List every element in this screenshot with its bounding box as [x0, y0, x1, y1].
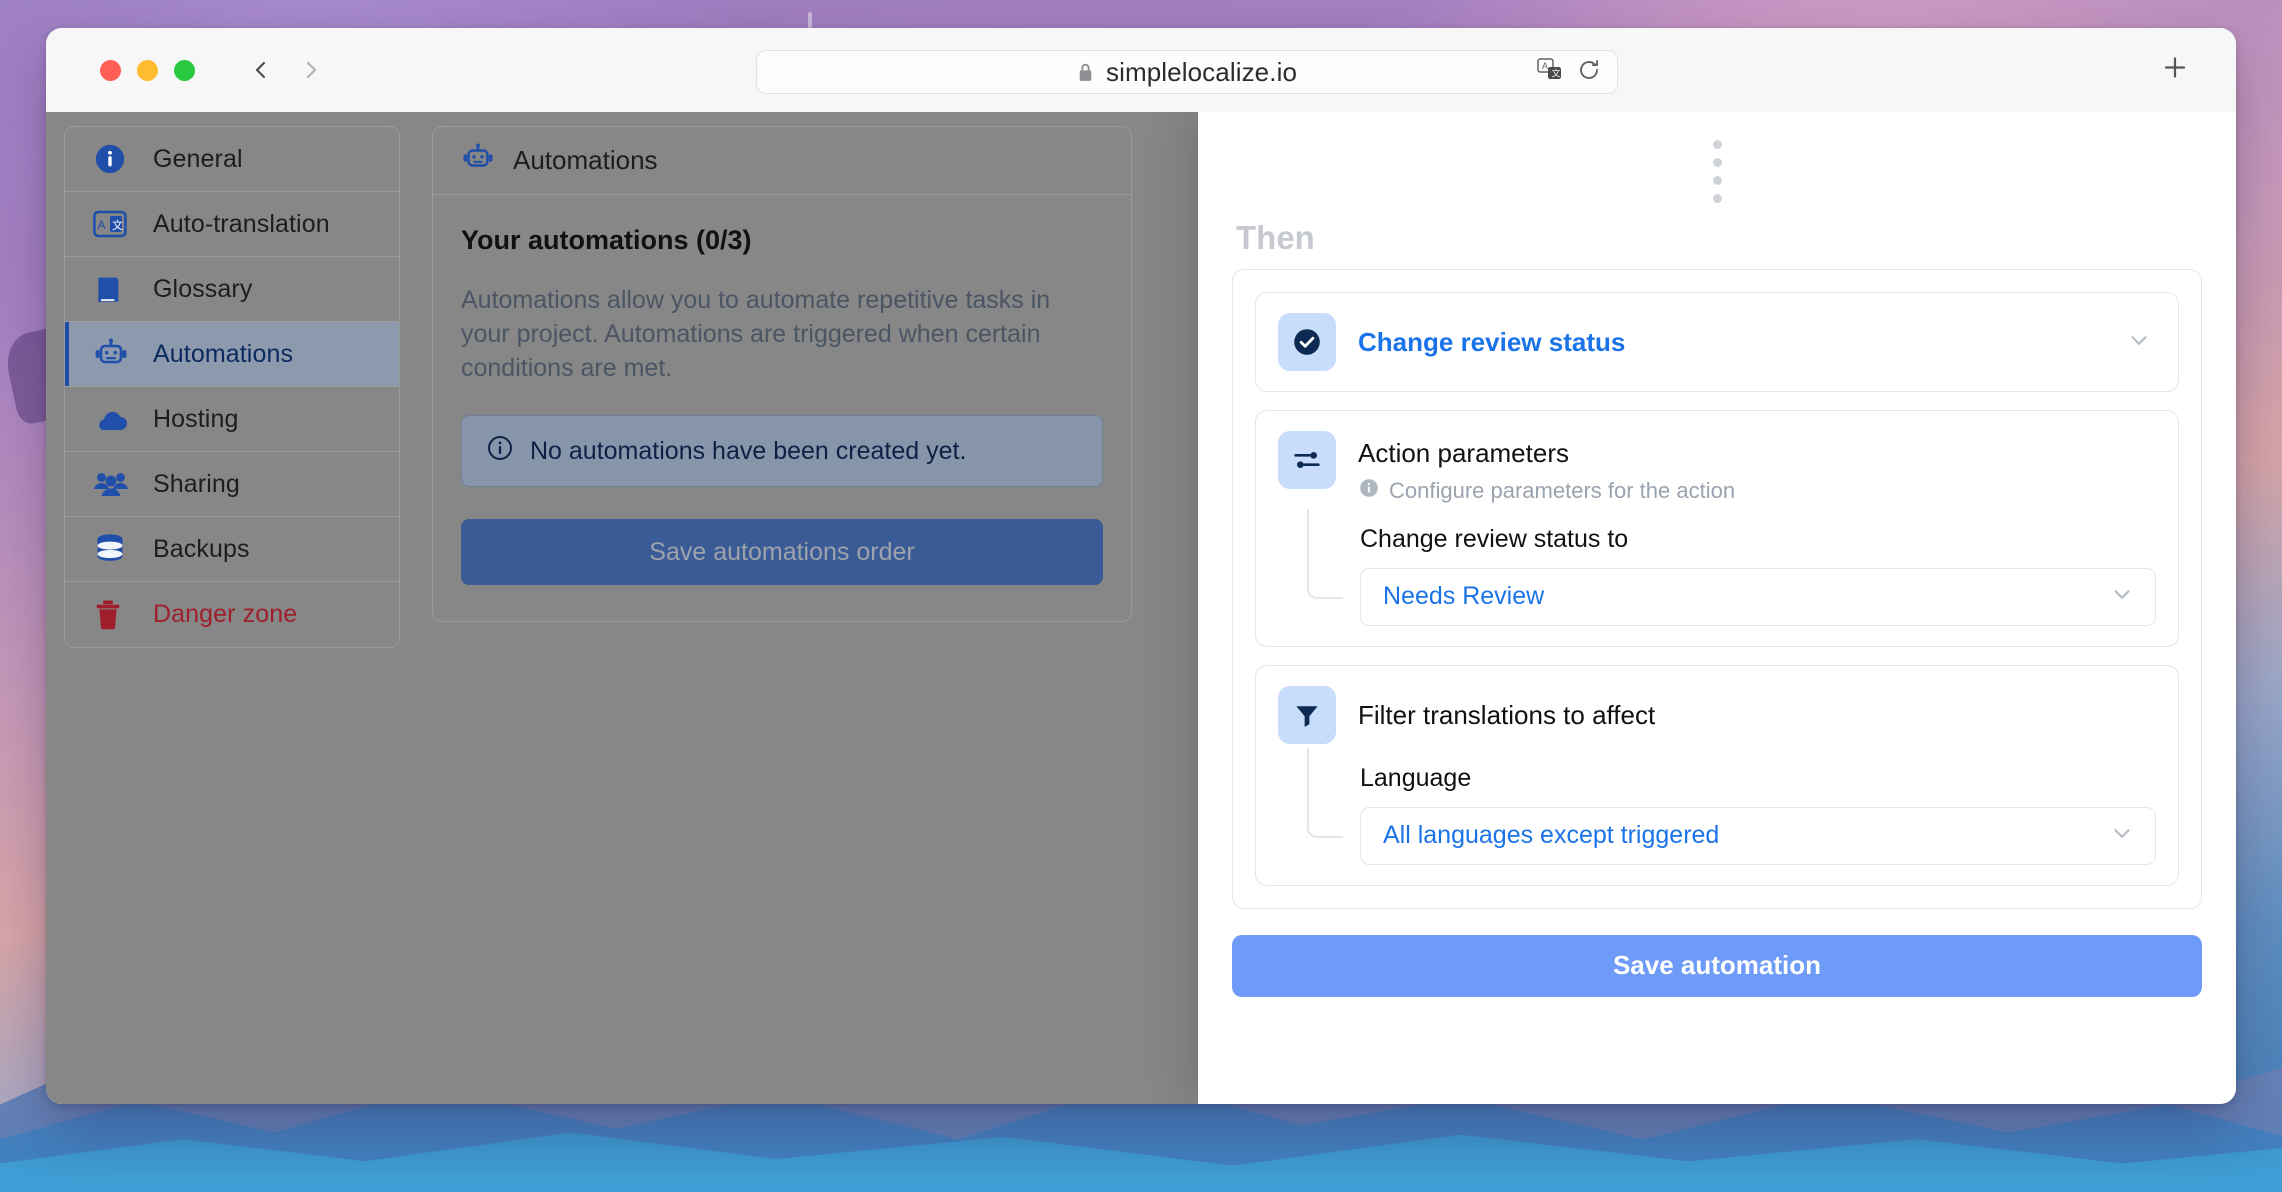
sidebar-item-sharing[interactable]: Sharing [65, 452, 399, 517]
info-circle-icon [486, 434, 514, 469]
sidebar-item-backups[interactable]: Backups [65, 517, 399, 582]
sidebar-item-label: Auto-translation [153, 209, 330, 238]
sidebar-item-danger-zone[interactable]: Danger zone [65, 582, 399, 647]
sidebar-item-label: Automations [153, 339, 294, 368]
filter-translations-title: Filter translations to affect [1358, 699, 1656, 730]
action-parameters-header: Action parameters Configure parameters f… [1278, 431, 2156, 505]
svg-text:文: 文 [112, 218, 123, 232]
svg-text:文: 文 [1552, 67, 1561, 78]
sidebar-item-general[interactable]: General [65, 127, 399, 192]
action-parameters-subtitle-text: Configure parameters for the action [1389, 477, 1736, 503]
drag-dot [1712, 176, 1722, 185]
tree-connector [1307, 508, 1343, 599]
robot-icon [93, 338, 135, 370]
then-section: Change review status Action parameters C… [1232, 269, 2202, 909]
automations-header-label: Automations [513, 145, 658, 175]
sidebar-item-label: Sharing [153, 469, 240, 498]
empty-state-alert: No automations have been created yet. [461, 415, 1103, 488]
info-circle-icon [1358, 477, 1380, 505]
filter-translations-header: Filter translations to affect [1278, 685, 2156, 744]
navigation-buttons [249, 58, 323, 82]
sidebar-item-hosting[interactable]: Hosting [65, 387, 399, 452]
language-select[interactable]: All languages except triggered [1360, 806, 2156, 865]
review-status-field: Change review status to Needs Review [1278, 508, 2156, 626]
drag-dots-icon[interactable] [1232, 132, 2202, 203]
info-circle-icon [93, 142, 135, 176]
language-value: All languages except triggered [1383, 821, 1720, 850]
trash-icon [93, 599, 135, 631]
funnel-icon [1278, 685, 1336, 744]
reload-icon[interactable] [1577, 58, 1601, 87]
desktop-wallpaper: simplelocalize.io A 文 General A 文 Auto-t… [0, 0, 2282, 1192]
automations-card-body: Your automations (0/3) Automations allow… [433, 195, 1131, 621]
action-title: Change review status [1358, 327, 1626, 357]
action-parameters-text: Action parameters Configure parameters f… [1358, 431, 1735, 505]
automations-card-header: Automations [433, 127, 1131, 195]
sidebar-item-label: Hosting [153, 404, 239, 433]
page-viewport: General A文 Auto-translation Glossary Aut… [46, 112, 2236, 1104]
then-section-label: Then [1236, 219, 1315, 256]
database-icon [93, 533, 135, 565]
save-automations-order-button[interactable]: Save automations order [461, 519, 1103, 586]
chevron-left-icon[interactable] [249, 58, 273, 82]
tree-connector [1307, 747, 1343, 838]
sidebar-item-label: Backups [153, 534, 250, 563]
window-controls [100, 59, 195, 81]
book-icon [93, 273, 135, 305]
sidebar-item-auto-translation[interactable]: A文 Auto-translation [65, 192, 399, 257]
sidebar-item-label: General [153, 144, 243, 173]
automation-editor-drawer: Then Change review status Action paramet… [1198, 112, 2236, 1104]
action-parameters-block: Action parameters Configure parameters f… [1255, 410, 2179, 647]
url-text: simplelocalize.io [1106, 56, 1297, 87]
action-parameters-subtitle: Configure parameters for the action [1358, 477, 1735, 505]
page-title: Your automations (0/3) [461, 225, 752, 255]
zoom-window-button[interactable] [174, 59, 195, 81]
automations-card: Automations Your automations (0/3) Autom… [432, 126, 1132, 623]
review-status-value: Needs Review [1383, 582, 1545, 611]
language-field: Language All languages except triggered [1278, 747, 2156, 865]
sidebar-item-label: Glossary [153, 274, 253, 303]
save-automation-button[interactable]: Save automation [1232, 934, 2202, 997]
action-selector-header: Change review status [1278, 313, 2156, 371]
svg-text:A: A [1542, 61, 1548, 71]
address-bar[interactable]: simplelocalize.io A 文 [756, 50, 1618, 94]
review-status-select[interactable]: Needs Review [1360, 567, 2156, 626]
check-circle-icon [1278, 313, 1336, 371]
cloud-icon [93, 405, 135, 433]
svg-text:A: A [98, 218, 106, 232]
translate-box-icon: A文 [93, 209, 135, 239]
chevron-down-icon[interactable] [2126, 327, 2152, 358]
sidebar-item-glossary[interactable]: Glossary [65, 257, 399, 322]
browser-toolbar: simplelocalize.io A 文 [46, 28, 2236, 112]
sidebar-item-label: Danger zone [153, 600, 298, 628]
chevron-down-icon[interactable] [2109, 581, 2135, 612]
minimize-window-button[interactable] [137, 59, 158, 81]
address-bar-actions: A 文 [1537, 57, 1601, 87]
action-parameters-title: Action parameters [1358, 438, 1569, 468]
language-label: Language [1360, 763, 1472, 792]
translate-icon[interactable]: A 文 [1537, 57, 1563, 87]
drag-dot [1712, 140, 1722, 149]
drag-dot [1712, 194, 1722, 203]
empty-state-text: No automations have been created yet. [530, 436, 967, 465]
lock-icon [1077, 62, 1094, 83]
drag-dot [1712, 158, 1722, 167]
sidebar-item-automations[interactable]: Automations [65, 322, 399, 387]
filter-translations-block: Filter translations to affect Language A… [1255, 664, 2179, 886]
people-icon [93, 469, 135, 499]
chevron-down-icon[interactable] [2109, 820, 2135, 851]
close-window-button[interactable] [100, 59, 121, 81]
action-selector-block[interactable]: Change review status [1255, 292, 2179, 392]
plus-icon[interactable] [2160, 53, 2190, 88]
sliders-icon [1278, 431, 1336, 489]
robot-icon [461, 143, 495, 178]
chevron-right-icon[interactable] [299, 58, 323, 82]
automations-description: Automations allow you to automate repeti… [461, 286, 1051, 382]
browser-window: simplelocalize.io A 文 General A 文 Auto-t… [46, 28, 2236, 1104]
review-status-label: Change review status to [1360, 524, 1629, 553]
settings-sidebar: General A文 Auto-translation Glossary Aut… [64, 126, 400, 648]
